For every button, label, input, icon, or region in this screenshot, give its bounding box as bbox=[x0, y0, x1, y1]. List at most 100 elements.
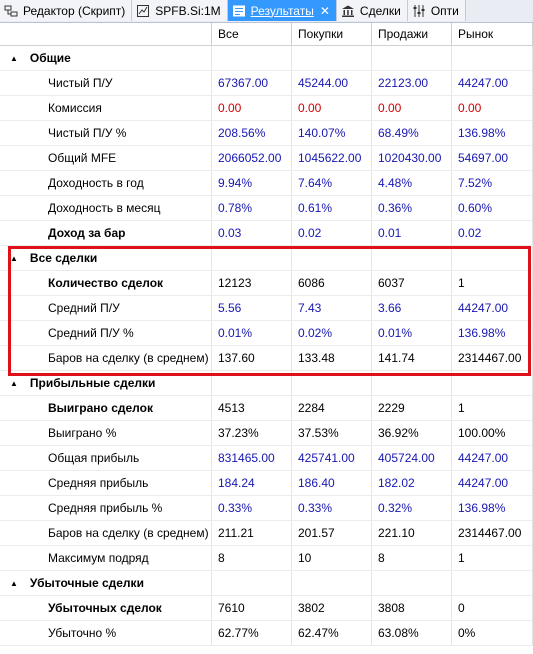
table-row[interactable]: Баров на сделку (в среднем) 211.21 201.57 2… bbox=[0, 521, 533, 546]
row-label: Выиграно % bbox=[0, 421, 212, 445]
collapse-triangle-icon[interactable]: ▲ bbox=[10, 579, 18, 588]
section-title: Все сделки bbox=[29, 251, 98, 265]
value-cell: 208.56% bbox=[212, 121, 292, 145]
value-cell: 0.32% bbox=[372, 496, 452, 520]
table-row[interactable]: Доходность в год 9.94% 7.64% 4.48% 7.52% bbox=[0, 171, 533, 196]
value-cell: 3802 bbox=[292, 596, 372, 620]
value-cell: 44247.00 bbox=[452, 296, 533, 320]
table-row[interactable]: Доходность в месяц 0.78% 0.61% 0.36% 0.60% bbox=[0, 196, 533, 221]
column-header-row: Все Покупки Продажи Рынок bbox=[0, 23, 533, 46]
collapse-triangle-icon[interactable]: ▲ bbox=[10, 254, 18, 263]
section-header[interactable]: ▲ Убыточные сделки bbox=[0, 571, 533, 596]
empty-cell bbox=[372, 46, 452, 70]
row-label: Убыточных сделок bbox=[0, 596, 212, 620]
results-grid: ▲ Общие Чистый П/У 67367.00 45244.00 22123.00… bbox=[0, 46, 533, 646]
collapse-triangle-icon[interactable]: ▲ bbox=[10, 379, 18, 388]
table-row[interactable]: Максимум подряд 8 10 8 1 bbox=[0, 546, 533, 571]
empty-cell bbox=[212, 371, 292, 395]
tab-deals[interactable]: Сделки bbox=[336, 0, 408, 21]
value-cell: 0.01% bbox=[372, 321, 452, 345]
tab-label: Редактор (Скрипт) bbox=[23, 3, 126, 18]
table-row[interactable]: Средний П/У 5.56 7.43 3.66 44247.00 bbox=[0, 296, 533, 321]
row-label: Доходность в год bbox=[0, 171, 212, 195]
value-cell: 1020430.00 bbox=[372, 146, 452, 170]
value-cell: 44247.00 bbox=[452, 71, 533, 95]
value-cell: 0.02% bbox=[292, 321, 372, 345]
value-cell: 44247.00 bbox=[452, 471, 533, 495]
section-header[interactable]: ▲ Все сделки bbox=[0, 246, 533, 271]
tab-results[interactable]: Результаты ✕ bbox=[227, 0, 337, 21]
empty-cell bbox=[452, 571, 533, 595]
table-row[interactable]: Убыточно % 62.77% 62.47% 63.08% 0% bbox=[0, 621, 533, 646]
value-cell: 221.10 bbox=[372, 521, 452, 545]
row-label: Общий MFE bbox=[0, 146, 212, 170]
table-row[interactable]: Средняя прибыль 184.24 186.40 182.02 44247.0… bbox=[0, 471, 533, 496]
table-row[interactable]: Чистый П/У % 208.56% 140.07% 68.49% 136.98% bbox=[0, 121, 533, 146]
tab-label: Сделки bbox=[359, 3, 401, 18]
value-cell: 68.49% bbox=[372, 121, 452, 145]
tab-chart[interactable]: SPFB.Si:1M bbox=[132, 0, 228, 21]
chart-icon bbox=[137, 4, 150, 17]
value-cell: 0.01 bbox=[372, 221, 452, 245]
column-header-all[interactable]: Все bbox=[212, 23, 292, 45]
value-cell: 405724.00 bbox=[372, 446, 452, 470]
value-cell: 0.00 bbox=[372, 96, 452, 120]
table-row[interactable]: Средний П/У % 0.01% 0.02% 0.01% 136.98% bbox=[0, 321, 533, 346]
value-cell: 0.01% bbox=[212, 321, 292, 345]
value-cell: 0.03 bbox=[212, 221, 292, 245]
value-cell: 62.47% bbox=[292, 621, 372, 645]
section-header[interactable]: ▲ Общие bbox=[0, 46, 533, 71]
value-cell: 136.98% bbox=[452, 321, 533, 345]
value-cell: 8 bbox=[212, 546, 292, 570]
tab-optimization[interactable]: Опти bbox=[407, 0, 466, 21]
value-cell: 2066052.00 bbox=[212, 146, 292, 170]
value-cell: 6037 bbox=[372, 271, 452, 295]
table-row[interactable]: Общий MFE 2066052.00 1045622.00 1020430.00 5… bbox=[0, 146, 533, 171]
section-title: Общие bbox=[29, 51, 71, 65]
value-cell: 184.24 bbox=[212, 471, 292, 495]
empty-cell bbox=[292, 371, 372, 395]
table-row[interactable]: Убыточных сделок 7610 3802 3808 0 bbox=[0, 596, 533, 621]
column-header-sells[interactable]: Продажи bbox=[372, 23, 452, 45]
table-row[interactable]: Общая прибыль 831465.00 425741.00 405724.00… bbox=[0, 446, 533, 471]
value-cell: 211.21 bbox=[212, 521, 292, 545]
table-row[interactable]: Средняя прибыль % 0.33% 0.33% 0.32% 136.98% bbox=[0, 496, 533, 521]
section-header[interactable]: ▲ Прибыльные сделки bbox=[0, 371, 533, 396]
tab-script-editor[interactable]: Редактор (Скрипт) bbox=[0, 0, 133, 21]
tab-label: SPFB.Si:1M bbox=[155, 3, 221, 18]
collapse-triangle-icon[interactable]: ▲ bbox=[10, 54, 18, 63]
table-row[interactable]: Доход за бар 0.03 0.02 0.01 0.02 bbox=[0, 221, 533, 246]
section-title: Прибыльные сделки bbox=[29, 376, 156, 390]
table-row[interactable]: Чистый П/У 67367.00 45244.00 22123.00 44247.… bbox=[0, 71, 533, 96]
value-cell: 0.00 bbox=[212, 96, 292, 120]
value-cell: 9.94% bbox=[212, 171, 292, 195]
value-cell: 44247.00 bbox=[452, 446, 533, 470]
row-label: Убыточно % bbox=[0, 621, 212, 645]
results-icon bbox=[232, 5, 245, 16]
column-header-buys[interactable]: Покупки bbox=[292, 23, 372, 45]
value-cell: 0.00 bbox=[452, 96, 533, 120]
value-cell: 7610 bbox=[212, 596, 292, 620]
value-cell: 62.77% bbox=[212, 621, 292, 645]
row-label: Чистый П/У bbox=[0, 71, 212, 95]
empty-cell bbox=[452, 46, 533, 70]
row-label: Средний П/У bbox=[0, 296, 212, 320]
column-header-market[interactable]: Рынок bbox=[452, 23, 533, 45]
value-cell: 54697.00 bbox=[452, 146, 533, 170]
table-row[interactable]: Выиграно % 37.23% 37.53% 36.92% 100.00% bbox=[0, 421, 533, 446]
empty-cell bbox=[292, 571, 372, 595]
value-cell: 63.08% bbox=[372, 621, 452, 645]
table-row[interactable]: Комиссия 0.00 0.00 0.00 0.00 bbox=[0, 96, 533, 121]
table-row[interactable]: Выиграно сделок 4513 2284 2229 1 bbox=[0, 396, 533, 421]
row-label: Количество сделок bbox=[0, 271, 212, 295]
value-cell: 137.60 bbox=[212, 346, 292, 370]
close-icon[interactable]: ✕ bbox=[320, 4, 330, 18]
tab-bar: Редактор (Скрипт) SPFB.Si:1M Результаты … bbox=[0, 0, 533, 23]
table-row[interactable]: Количество сделок 12123 6086 6037 1 bbox=[0, 271, 533, 296]
value-cell: 67367.00 bbox=[212, 71, 292, 95]
table-row[interactable]: Баров на сделку (в среднем) 137.60 133.48 1… bbox=[0, 346, 533, 371]
value-cell: 0.33% bbox=[292, 496, 372, 520]
column-header-metric[interactable] bbox=[0, 23, 212, 45]
value-cell: 141.74 bbox=[372, 346, 452, 370]
value-cell: 7.52% bbox=[452, 171, 533, 195]
